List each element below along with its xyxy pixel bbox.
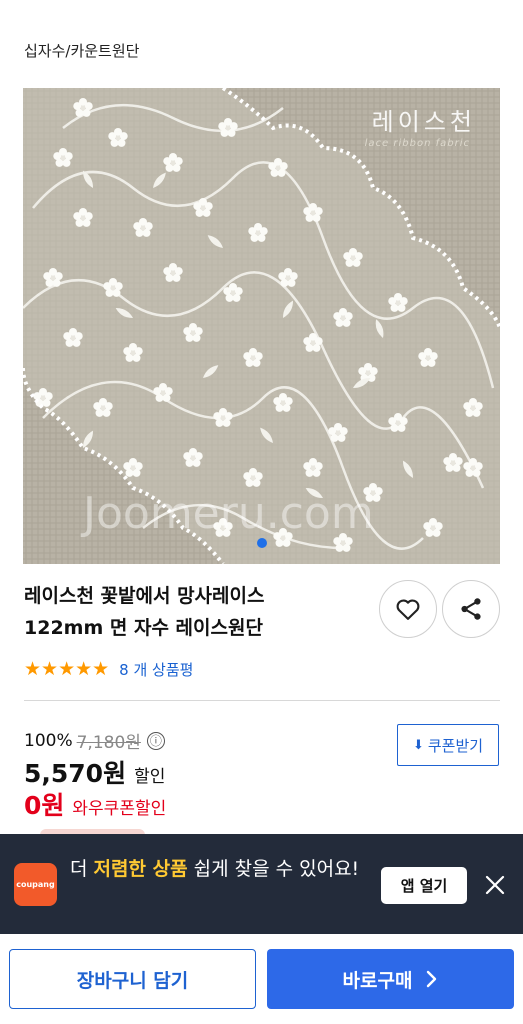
share-button[interactable] — [442, 580, 500, 638]
product-title-line1: 레이스천 꽃밭에서 망사레이스 — [24, 585, 265, 607]
app-banner-message: 더 저렴한 상품 쉽게 찾을 수 있어요! — [70, 852, 370, 886]
open-app-button[interactable]: 앱 열기 — [381, 867, 467, 904]
carousel-indicator — [23, 533, 500, 552]
app-install-banner: coupang 더 저렴한 상품 쉽게 찾을 수 있어요! 앱 열기 — [0, 834, 523, 934]
heart-icon — [396, 599, 420, 620]
divider — [24, 700, 500, 701]
coupang-app-logo: coupang — [14, 863, 57, 906]
download-icon: ⬇ — [412, 737, 424, 753]
carousel-dot-active[interactable] — [256, 538, 267, 548]
share-icon — [461, 598, 481, 620]
sale-price-row: 5,570원 할인 — [24, 754, 165, 790]
image-watermark: Joomeru.com — [83, 488, 374, 539]
review-count-link[interactable]: 8 개 상품평 — [119, 659, 193, 680]
banner-text-suffix: 쉽게 찾을 수 있어요! — [187, 858, 360, 880]
price-original-row: 100% 7,180원 ⓘ — [24, 728, 165, 753]
product-title-line2: 122mm 면 자수 레이스원단 — [24, 617, 263, 639]
bottom-action-bar: 장바구니 담기 바로구매 — [0, 934, 523, 1024]
info-icon[interactable]: ⓘ — [146, 731, 165, 750]
sale-label: 할인 — [134, 767, 166, 787]
banner-text-prefix: 더 — [70, 858, 94, 880]
image-brand-subtext: lace ribbon fabric — [364, 138, 470, 149]
coupon-price-row: 0원 와우쿠폰할인 — [24, 786, 166, 822]
wishlist-button[interactable] — [379, 580, 437, 638]
product-image-carousel[interactable]: 레이스천 lace ribbon fabric Joomeru.com — [23, 88, 500, 564]
discount-rate: 100% — [24, 730, 73, 751]
buy-now-label: 바로구매 — [342, 969, 413, 992]
original-price: 7,180원 — [76, 733, 141, 753]
chevron-right-icon — [427, 970, 437, 988]
rating-summary[interactable]: ★★★★★ 8 개 상품평 — [24, 658, 193, 680]
buy-now-button[interactable]: 바로구매 — [267, 949, 514, 1009]
star-rating: ★★★★★ — [24, 658, 110, 680]
get-coupon-button[interactable]: ⬇ 쿠폰받기 — [397, 724, 499, 766]
add-to-cart-button[interactable]: 장바구니 담기 — [9, 949, 256, 1009]
image-brand-text: 레이스천 — [371, 108, 476, 136]
coupon-label: 와우쿠폰할인 — [72, 799, 167, 819]
banner-text-highlight: 저렴한 상품 — [93, 858, 188, 880]
coupon-price: 0원 — [24, 791, 65, 820]
product-title: 레이스천 꽃밭에서 망사레이스 122mm 면 자수 레이스원단 — [24, 580, 364, 644]
breadcrumb[interactable]: 십자수/카운트원단 — [24, 40, 139, 61]
get-coupon-label: 쿠폰받기 — [427, 736, 484, 755]
close-icon[interactable] — [484, 874, 506, 896]
sale-price: 5,570원 — [24, 759, 127, 788]
